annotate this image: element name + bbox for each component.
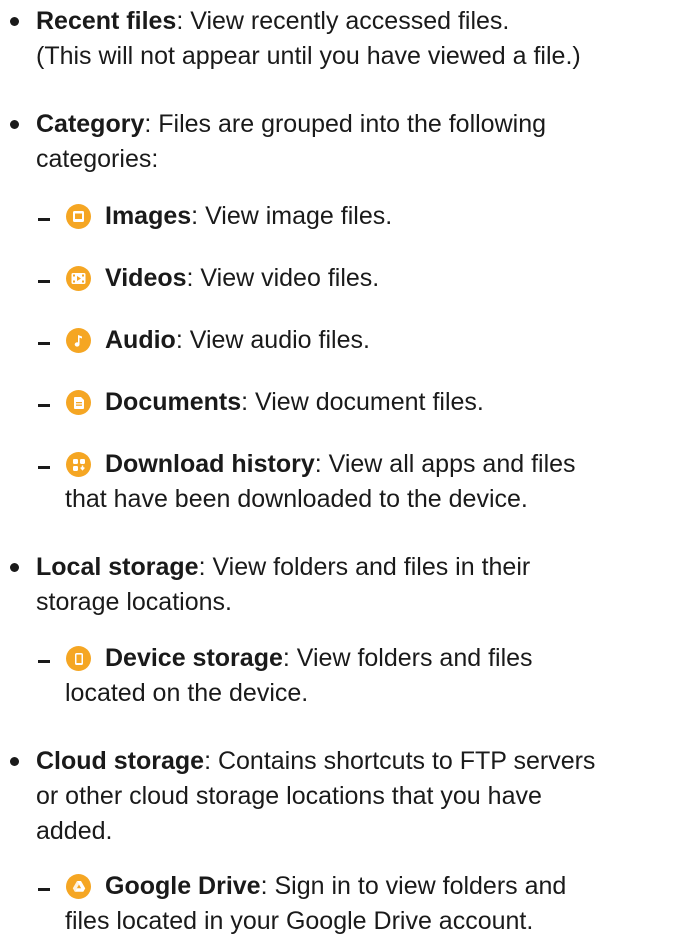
- google-drive-line: Google Drive: Sign in to view folders an…: [105, 869, 566, 904]
- google-drive-desc-cont: files located in your Google Drive accou…: [65, 907, 534, 935]
- videos-line: Videos: View video files.: [105, 261, 379, 296]
- documents-term: Documents: [105, 388, 242, 416]
- cloud-storage-desc: : Contains shortcuts to FTP servers: [204, 747, 596, 775]
- download-icon: [66, 452, 91, 477]
- audio-desc: : View audio files.: [175, 326, 370, 354]
- documents-desc: : View document files.: [241, 388, 484, 416]
- music-note-icon: [66, 328, 91, 353]
- category-desc-cont: categories:: [36, 145, 159, 173]
- bullet-cloud-storage: [10, 757, 19, 766]
- google-drive-icon: [66, 874, 91, 899]
- videos-term: Videos: [105, 264, 187, 292]
- cloud-storage-term: Cloud storage: [36, 747, 205, 775]
- dash-google-drive: [38, 888, 50, 891]
- device-storage-desc-cont: located on the device.: [65, 679, 309, 707]
- audio-term: Audio: [105, 326, 176, 354]
- images-desc: : View image files.: [191, 202, 393, 230]
- google-drive-desc: : Sign in to view folders and: [260, 872, 567, 900]
- device-storage-desc: : View folders and files: [282, 644, 533, 672]
- recent-files-line: Recent files: View recently accessed fil…: [36, 4, 509, 39]
- image-icon: [66, 204, 91, 229]
- dash-download-history: [38, 466, 50, 469]
- cloud-storage-desc-cont2: added.: [36, 817, 113, 845]
- download-history-line: Download history: View all apps and file…: [105, 447, 576, 482]
- device-storage-line: Device storage: View folders and files: [105, 641, 533, 676]
- local-storage-term: Local storage: [36, 553, 199, 581]
- audio-line: Audio: View audio files.: [105, 323, 370, 358]
- local-storage-desc-cont: storage locations.: [36, 588, 232, 616]
- documents-line: Documents: View document files.: [105, 385, 484, 420]
- recent-files-term: Recent files: [36, 7, 177, 35]
- video-icon: [66, 266, 91, 291]
- category-term: Category: [36, 110, 145, 138]
- download-history-desc-cont: that have been downloaded to the device.: [65, 485, 528, 513]
- dash-device-storage: [38, 660, 50, 663]
- google-drive-term: Google Drive: [105, 872, 261, 900]
- file-categories-list: Recent files: View recently accessed fil…: [0, 0, 681, 935]
- cloud-storage-line: Cloud storage: Contains shortcuts to FTP…: [36, 744, 595, 779]
- phone-icon: [66, 646, 91, 671]
- local-storage-desc: : View folders and files in their: [198, 553, 531, 581]
- dash-videos: [38, 280, 50, 283]
- images-term: Images: [105, 202, 192, 230]
- dash-audio: [38, 342, 50, 345]
- bullet-recent-files: [10, 17, 19, 26]
- cloud-storage-desc-cont: or other cloud storage locations that yo…: [36, 782, 542, 810]
- bullet-local-storage: [10, 563, 19, 572]
- dash-documents: [38, 404, 50, 407]
- device-storage-term: Device storage: [105, 644, 283, 672]
- category-desc: : Files are grouped into the following: [144, 110, 546, 138]
- download-history-term: Download history: [105, 450, 315, 478]
- category-line: Category: Files are grouped into the fol…: [36, 107, 546, 142]
- images-line: Images: View image files.: [105, 199, 392, 234]
- local-storage-line: Local storage: View folders and files in…: [36, 550, 530, 585]
- bullet-category: [10, 120, 19, 129]
- recent-files-desc-cont: (This will not appear until you have vie…: [36, 42, 581, 70]
- videos-desc: : View video files.: [186, 264, 380, 292]
- recent-files-desc: : View recently accessed files.: [176, 7, 510, 35]
- document-icon: [66, 390, 91, 415]
- dash-images: [38, 218, 50, 221]
- download-history-desc: : View all apps and files: [314, 450, 576, 478]
